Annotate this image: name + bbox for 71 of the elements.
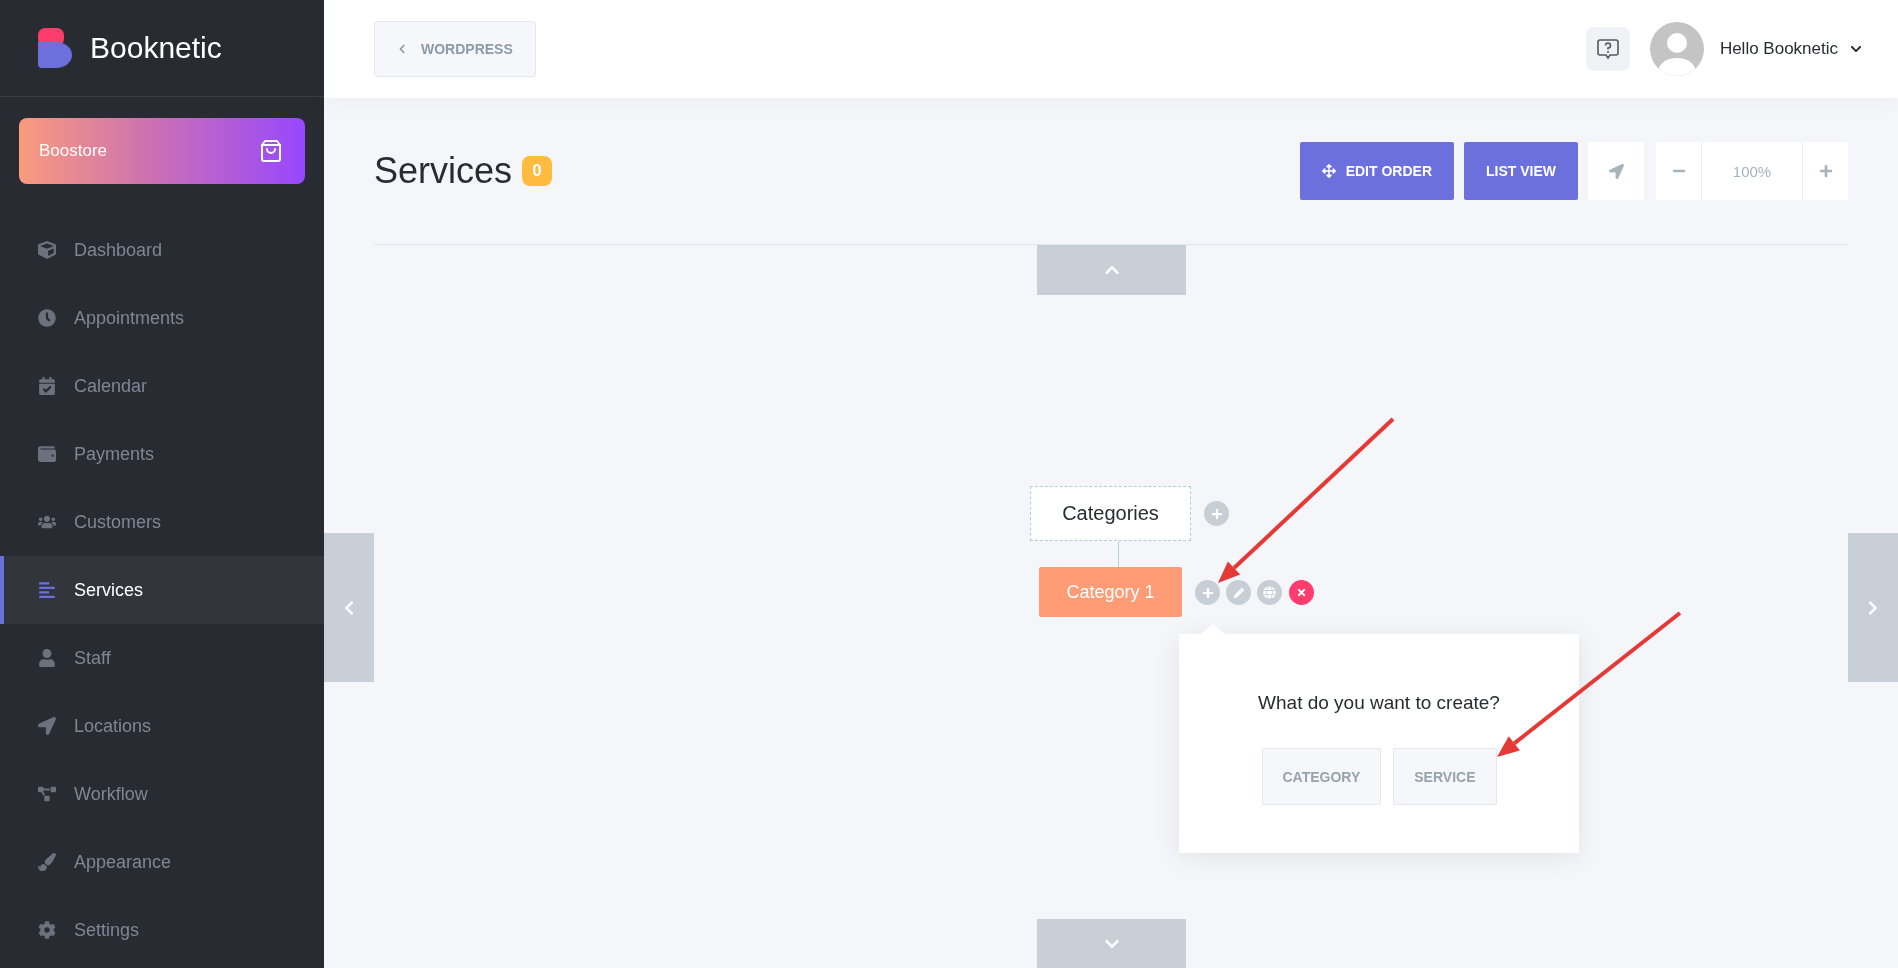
globe-icon <box>1263 586 1276 599</box>
brand-name: Booknetic <box>90 31 222 65</box>
brush-icon <box>38 853 56 871</box>
scroll-left-button[interactable] <box>324 533 374 682</box>
location-arrow-icon <box>1608 163 1624 179</box>
gear-icon <box>38 921 56 939</box>
shopping-bag-icon <box>259 139 283 163</box>
close-icon <box>1296 587 1307 598</box>
category-node[interactable]: Category 1 <box>1039 567 1182 617</box>
plus-icon <box>1210 507 1223 520</box>
sidebar-item[interactable]: Appointments <box>0 284 324 352</box>
lines-icon <box>38 581 56 599</box>
clock-icon <box>38 309 56 327</box>
create-option-button[interactable]: SERVICE <box>1393 748 1497 805</box>
cube-icon <box>38 241 56 259</box>
plus-icon <box>1818 164 1833 178</box>
zoom-level: 100% <box>1701 142 1803 200</box>
sidebar-label: Services <box>74 579 144 601</box>
sidebar-label: Workflow <box>74 783 148 805</box>
count-badge: 0 <box>522 156 553 186</box>
wordpress-back-button[interactable]: WORDPRESS <box>374 21 536 77</box>
chevron-left-icon <box>397 44 407 54</box>
delete-button[interactable] <box>1289 580 1314 605</box>
sidebar-label: Appointments <box>74 307 185 329</box>
sidebar-label: Customers <box>74 511 162 533</box>
add-button[interactable] <box>1195 580 1220 605</box>
help-button[interactable] <box>1585 27 1630 71</box>
add-button[interactable] <box>1204 501 1229 526</box>
edit-button[interactable] <box>1226 580 1251 605</box>
sidebar-label: Dashboard <box>74 239 163 261</box>
diagram-icon <box>38 785 56 803</box>
plus-icon <box>1201 586 1214 599</box>
user-greeting[interactable]: Hello Booknetic <box>1719 39 1838 59</box>
help-icon <box>1596 38 1619 60</box>
page-title: Services <box>374 150 513 192</box>
locate-button[interactable] <box>1588 142 1644 200</box>
move-icon <box>1321 164 1336 178</box>
sidebar-item[interactable]: Workflow <box>0 760 324 828</box>
sidebar-item[interactable]: Dashboard <box>0 216 324 284</box>
user-icon <box>38 649 56 667</box>
boostore-button[interactable]: Boostore <box>19 118 305 184</box>
logo-icon <box>38 28 72 68</box>
translate-button[interactable] <box>1257 580 1282 605</box>
sidebar-item[interactable]: Staff <box>0 624 324 692</box>
scroll-down-button[interactable] <box>1037 919 1186 968</box>
sidebar-item[interactable]: Settings <box>0 896 324 964</box>
users-icon <box>38 513 56 531</box>
sidebar-item[interactable]: Calendar <box>0 352 324 420</box>
sidebar-label: Staff <box>74 647 111 669</box>
tree-root-node[interactable]: Categories <box>1030 486 1191 541</box>
arrow-icon <box>38 717 56 735</box>
sidebar-label: Calendar <box>74 375 148 397</box>
sidebar-label: Locations <box>74 715 152 737</box>
popover-question: What do you want to create? <box>1258 692 1500 714</box>
create-option-button[interactable]: CATEGORY <box>1261 748 1382 805</box>
scroll-right-button[interactable] <box>1848 533 1898 682</box>
wallet-icon <box>38 445 56 463</box>
calendar-icon <box>38 377 56 395</box>
scroll-up-button[interactable] <box>1037 245 1186 295</box>
pencil-icon <box>1233 587 1244 598</box>
toolbar-button[interactable]: LIST VIEW <box>1464 142 1578 200</box>
sidebar-item[interactable]: Services <box>0 556 324 624</box>
sidebar-item[interactable]: Locations <box>0 692 324 760</box>
toolbar-button[interactable]: EDIT ORDER <box>1299 142 1454 200</box>
sidebar-item[interactable]: Appearance <box>0 828 324 896</box>
sidebar-item[interactable]: Customers <box>0 488 324 556</box>
sidebar-label: Settings <box>74 919 140 941</box>
chevron-down-icon[interactable] <box>1850 43 1862 55</box>
sidebar-item[interactable]: Payments <box>0 420 324 488</box>
sidebar-label: Payments <box>74 443 155 465</box>
sidebar-label: Appearance <box>74 851 172 873</box>
